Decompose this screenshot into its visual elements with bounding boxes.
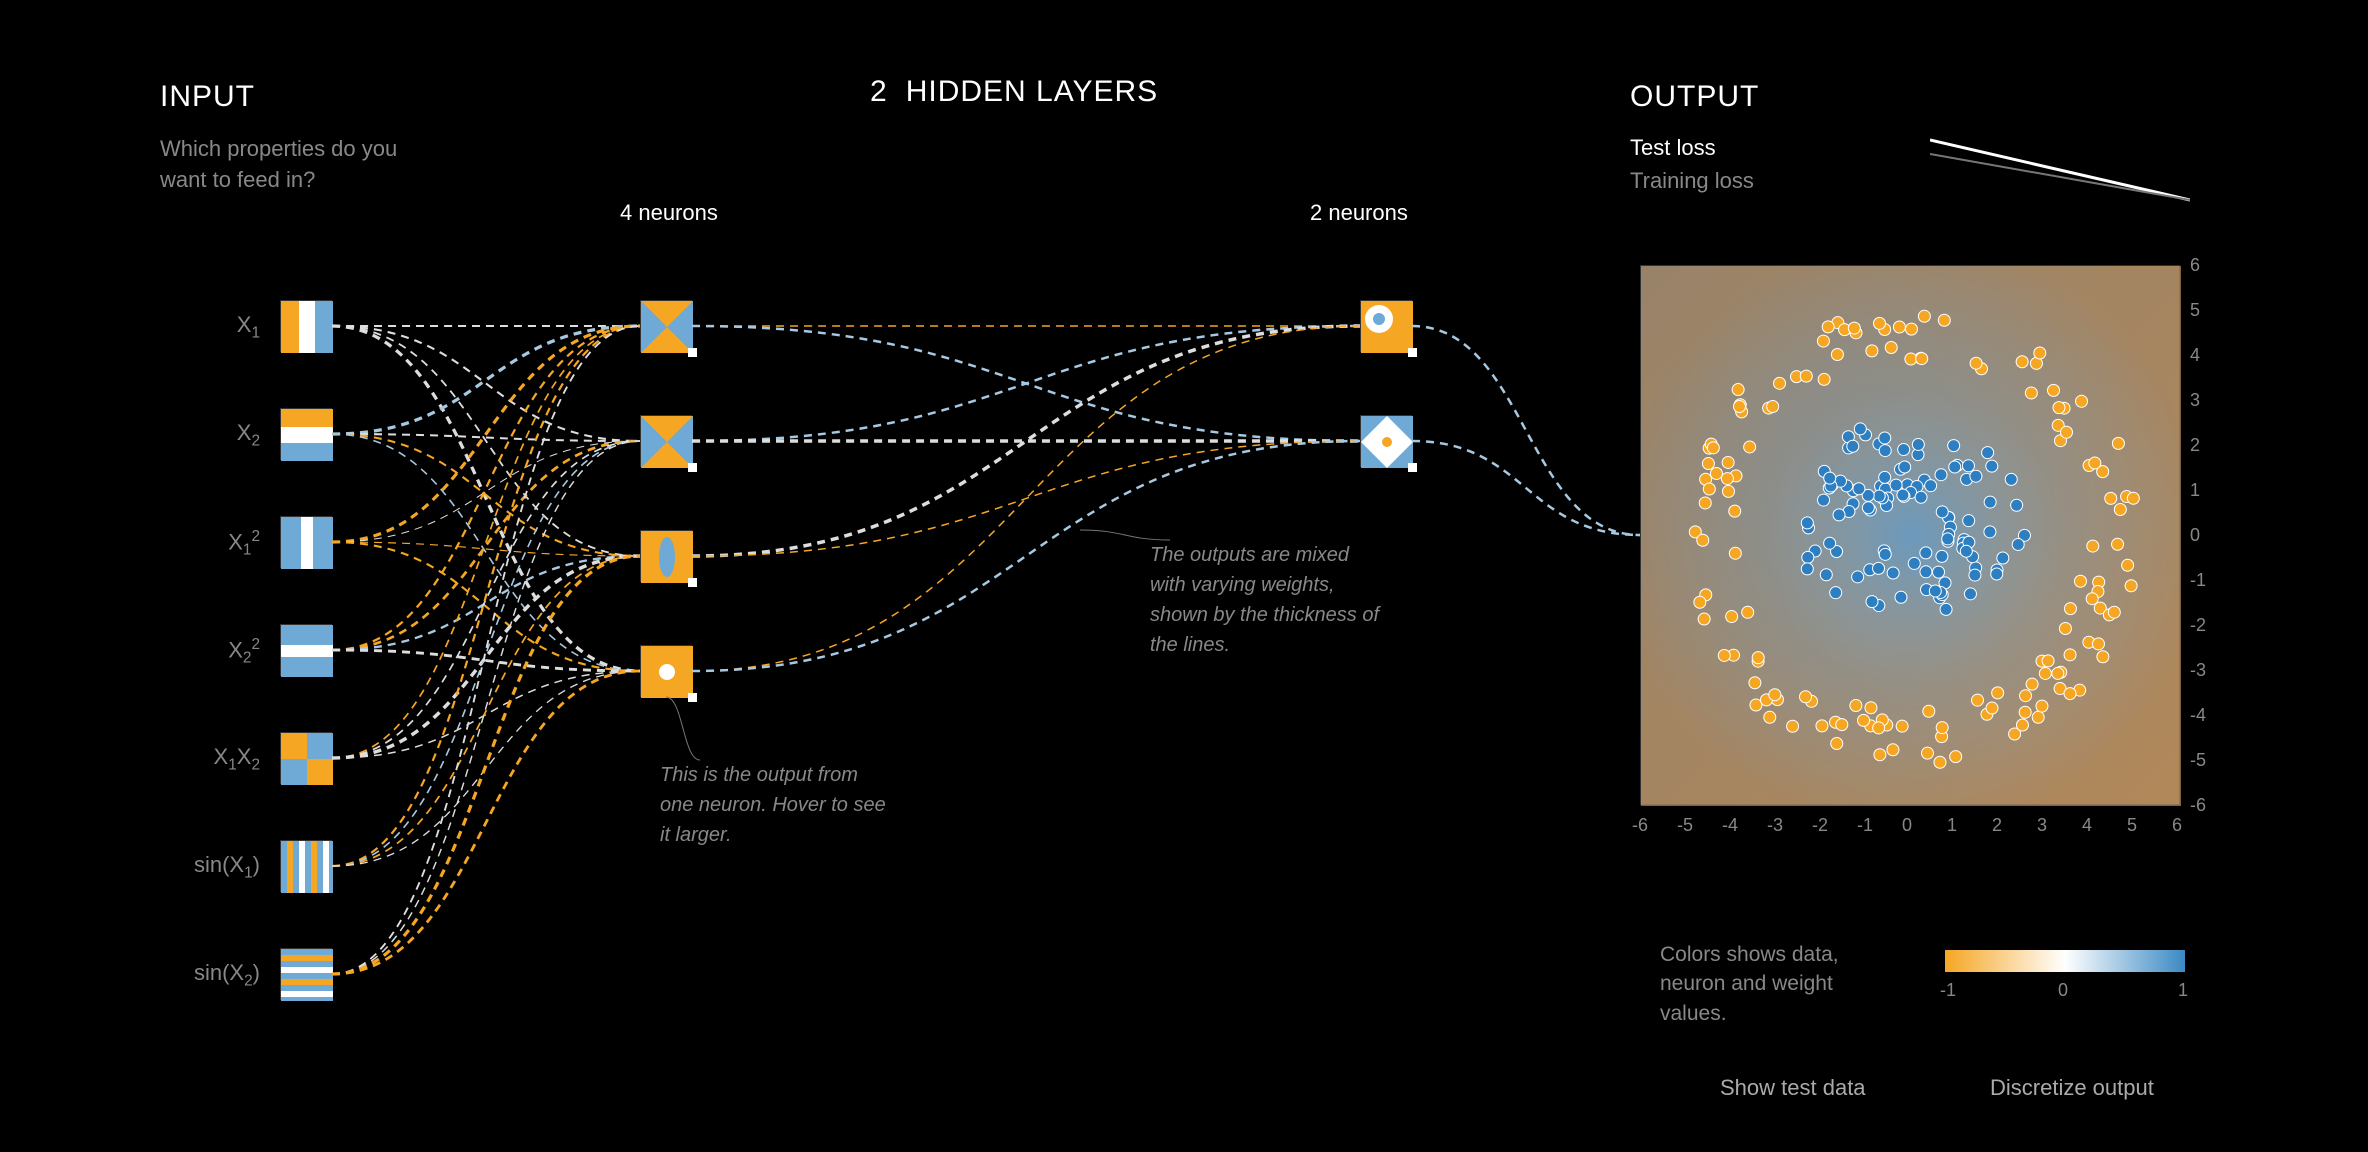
input-feature-node[interactable]	[280, 624, 332, 676]
colormap-max: 1	[2178, 980, 2188, 1001]
x-tick: 3	[2037, 815, 2047, 836]
neuron-resize-handle[interactable]	[688, 578, 697, 587]
colormap-min: -1	[1940, 980, 1956, 1001]
hidden1-neuron[interactable]	[640, 645, 692, 697]
x-tick: -3	[1767, 815, 1783, 836]
input-feature-node[interactable]	[280, 516, 332, 568]
layer2-neurons: 2 neurons	[1310, 200, 1408, 226]
x-tick: 2	[1992, 815, 2002, 836]
input-feature-label: X2	[160, 420, 260, 450]
colormap-mid: 0	[2058, 980, 2068, 1001]
x-tick: -5	[1677, 815, 1693, 836]
y-tick: -2	[2190, 615, 2206, 636]
y-tick: 5	[2190, 300, 2200, 321]
x-tick: -2	[1812, 815, 1828, 836]
x-tick: -4	[1722, 815, 1738, 836]
input-feature-label: sin(X1)	[160, 852, 260, 882]
y-tick: 1	[2190, 480, 2200, 501]
hidden1-neuron[interactable]	[640, 300, 692, 352]
show-test-data-checkbox[interactable]: Show test data	[1720, 1075, 1866, 1101]
y-tick: -6	[2190, 795, 2206, 816]
x-tick: -6	[1632, 815, 1648, 836]
x-tick: -1	[1857, 815, 1873, 836]
neuron-hint: This is the output from one neuron. Hove…	[660, 760, 890, 850]
hidden1-neuron[interactable]	[640, 530, 692, 582]
neuron-resize-handle[interactable]	[688, 348, 697, 357]
x-tick: 0	[1902, 815, 1912, 836]
hidden-title: HIDDEN LAYERS	[906, 75, 1159, 109]
y-tick: 2	[2190, 435, 2200, 456]
colormap-bar	[1945, 950, 2185, 972]
y-tick: -5	[2190, 750, 2206, 771]
input-subtitle: Which properties do you want to feed in?	[160, 134, 420, 196]
x-tick: 6	[2172, 815, 2182, 836]
neuron-resize-handle[interactable]	[1408, 463, 1417, 472]
output-title: OUTPUT	[1630, 80, 1759, 114]
output-plot[interactable]	[1640, 265, 2180, 805]
discretize-output-checkbox[interactable]: Discretize output	[1990, 1075, 2154, 1101]
x-tick: 1	[1947, 815, 1957, 836]
y-tick: -1	[2190, 570, 2206, 591]
input-feature-label: X1	[160, 312, 260, 342]
neuron-resize-handle[interactable]	[1408, 348, 1417, 357]
y-tick: -3	[2190, 660, 2206, 681]
weights-hint: The outputs are mixed with varying weigh…	[1150, 540, 1380, 660]
input-feature-node[interactable]	[280, 840, 332, 892]
y-tick: 0	[2190, 525, 2200, 546]
training-loss-label: Training loss	[1630, 168, 1754, 194]
hidden-count: 2	[870, 75, 888, 109]
input-title: INPUT	[160, 80, 420, 114]
x-tick: 4	[2082, 815, 2092, 836]
input-feature-label: X12	[160, 528, 260, 560]
neuron-resize-handle[interactable]	[688, 463, 697, 472]
layer1-neurons: 4 neurons	[620, 200, 718, 226]
colormap-caption: Colors shows data, neuron and weight val…	[1660, 940, 1890, 1028]
hidden2-neuron[interactable]	[1360, 300, 1412, 352]
y-tick: -4	[2190, 705, 2206, 726]
input-feature-label: X22	[160, 636, 260, 668]
hidden2-neuron[interactable]	[1360, 415, 1412, 467]
y-tick: 3	[2190, 390, 2200, 411]
neuron-resize-handle[interactable]	[688, 693, 697, 702]
y-tick: 6	[2190, 255, 2200, 276]
input-feature-node[interactable]	[280, 732, 332, 784]
input-feature-node[interactable]	[280, 300, 332, 352]
input-feature-label: sin(X2)	[160, 960, 260, 990]
input-feature-label: X1X2	[160, 744, 260, 774]
loss-chart	[1930, 120, 2190, 210]
x-tick: 5	[2127, 815, 2137, 836]
y-tick: 4	[2190, 345, 2200, 366]
test-loss-label: Test loss	[1630, 135, 1716, 161]
input-feature-node[interactable]	[280, 408, 332, 460]
hidden1-neuron[interactable]	[640, 415, 692, 467]
input-feature-node[interactable]	[280, 948, 332, 1000]
